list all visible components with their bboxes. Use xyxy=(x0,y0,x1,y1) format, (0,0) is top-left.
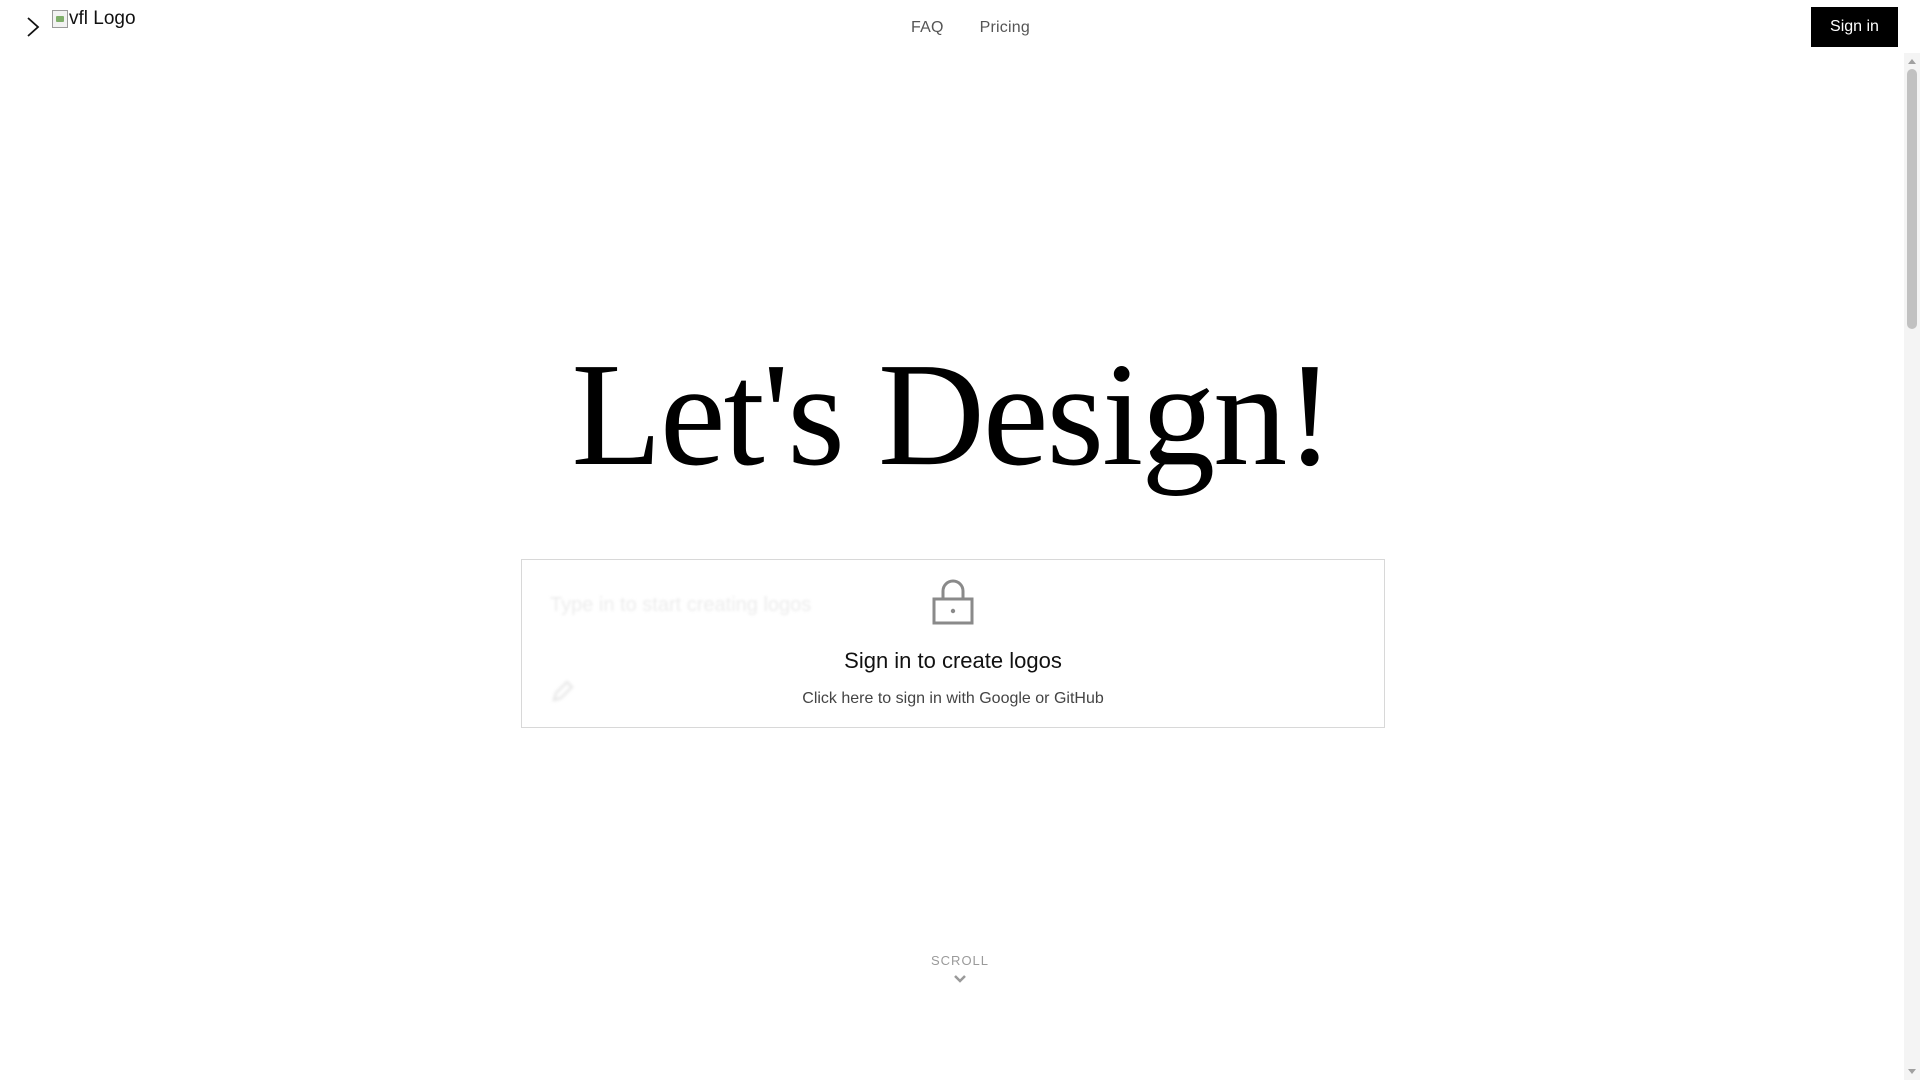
top-nav: FAQ Pricing xyxy=(911,19,1030,37)
hero-title: Let's Design! xyxy=(571,333,1334,497)
page: vfl Logo FAQ Pricing Sign in Let's Desig… xyxy=(0,0,1920,1080)
nav-link-pricing[interactable]: Pricing xyxy=(980,19,1030,37)
nav-link-faq[interactable]: FAQ xyxy=(911,19,944,37)
card-title: Sign in to create logos xyxy=(844,648,1062,673)
logo-alt-text: vfl Logo xyxy=(69,8,136,29)
page-scrollbar[interactable] xyxy=(1904,53,1920,1080)
sidebar-toggle-button[interactable] xyxy=(22,14,44,40)
logo[interactable]: vfl Logo xyxy=(52,8,136,30)
card-subtitle: Click here to sign in with Google or Git… xyxy=(802,690,1104,707)
sign-in-button[interactable]: Sign in xyxy=(1811,7,1898,47)
chevron-down-icon xyxy=(954,975,966,983)
sign-in-prompt-card[interactable]: Type in to start creating logos Sign in … xyxy=(521,559,1385,728)
broken-image-icon xyxy=(52,10,68,28)
scroll-up-arrow-icon[interactable] xyxy=(1908,59,1916,64)
blurred-prompt-placeholder: Type in to start creating logos xyxy=(550,594,812,616)
chevron-right-icon xyxy=(27,17,40,37)
scroll-label: SCROLL xyxy=(931,953,990,968)
scroll-down-arrow-icon[interactable] xyxy=(1908,1069,1916,1074)
scroll-indicator[interactable]: SCROLL xyxy=(931,953,989,984)
lock-icon xyxy=(932,579,974,625)
scrollbar-thumb[interactable] xyxy=(1907,69,1917,329)
